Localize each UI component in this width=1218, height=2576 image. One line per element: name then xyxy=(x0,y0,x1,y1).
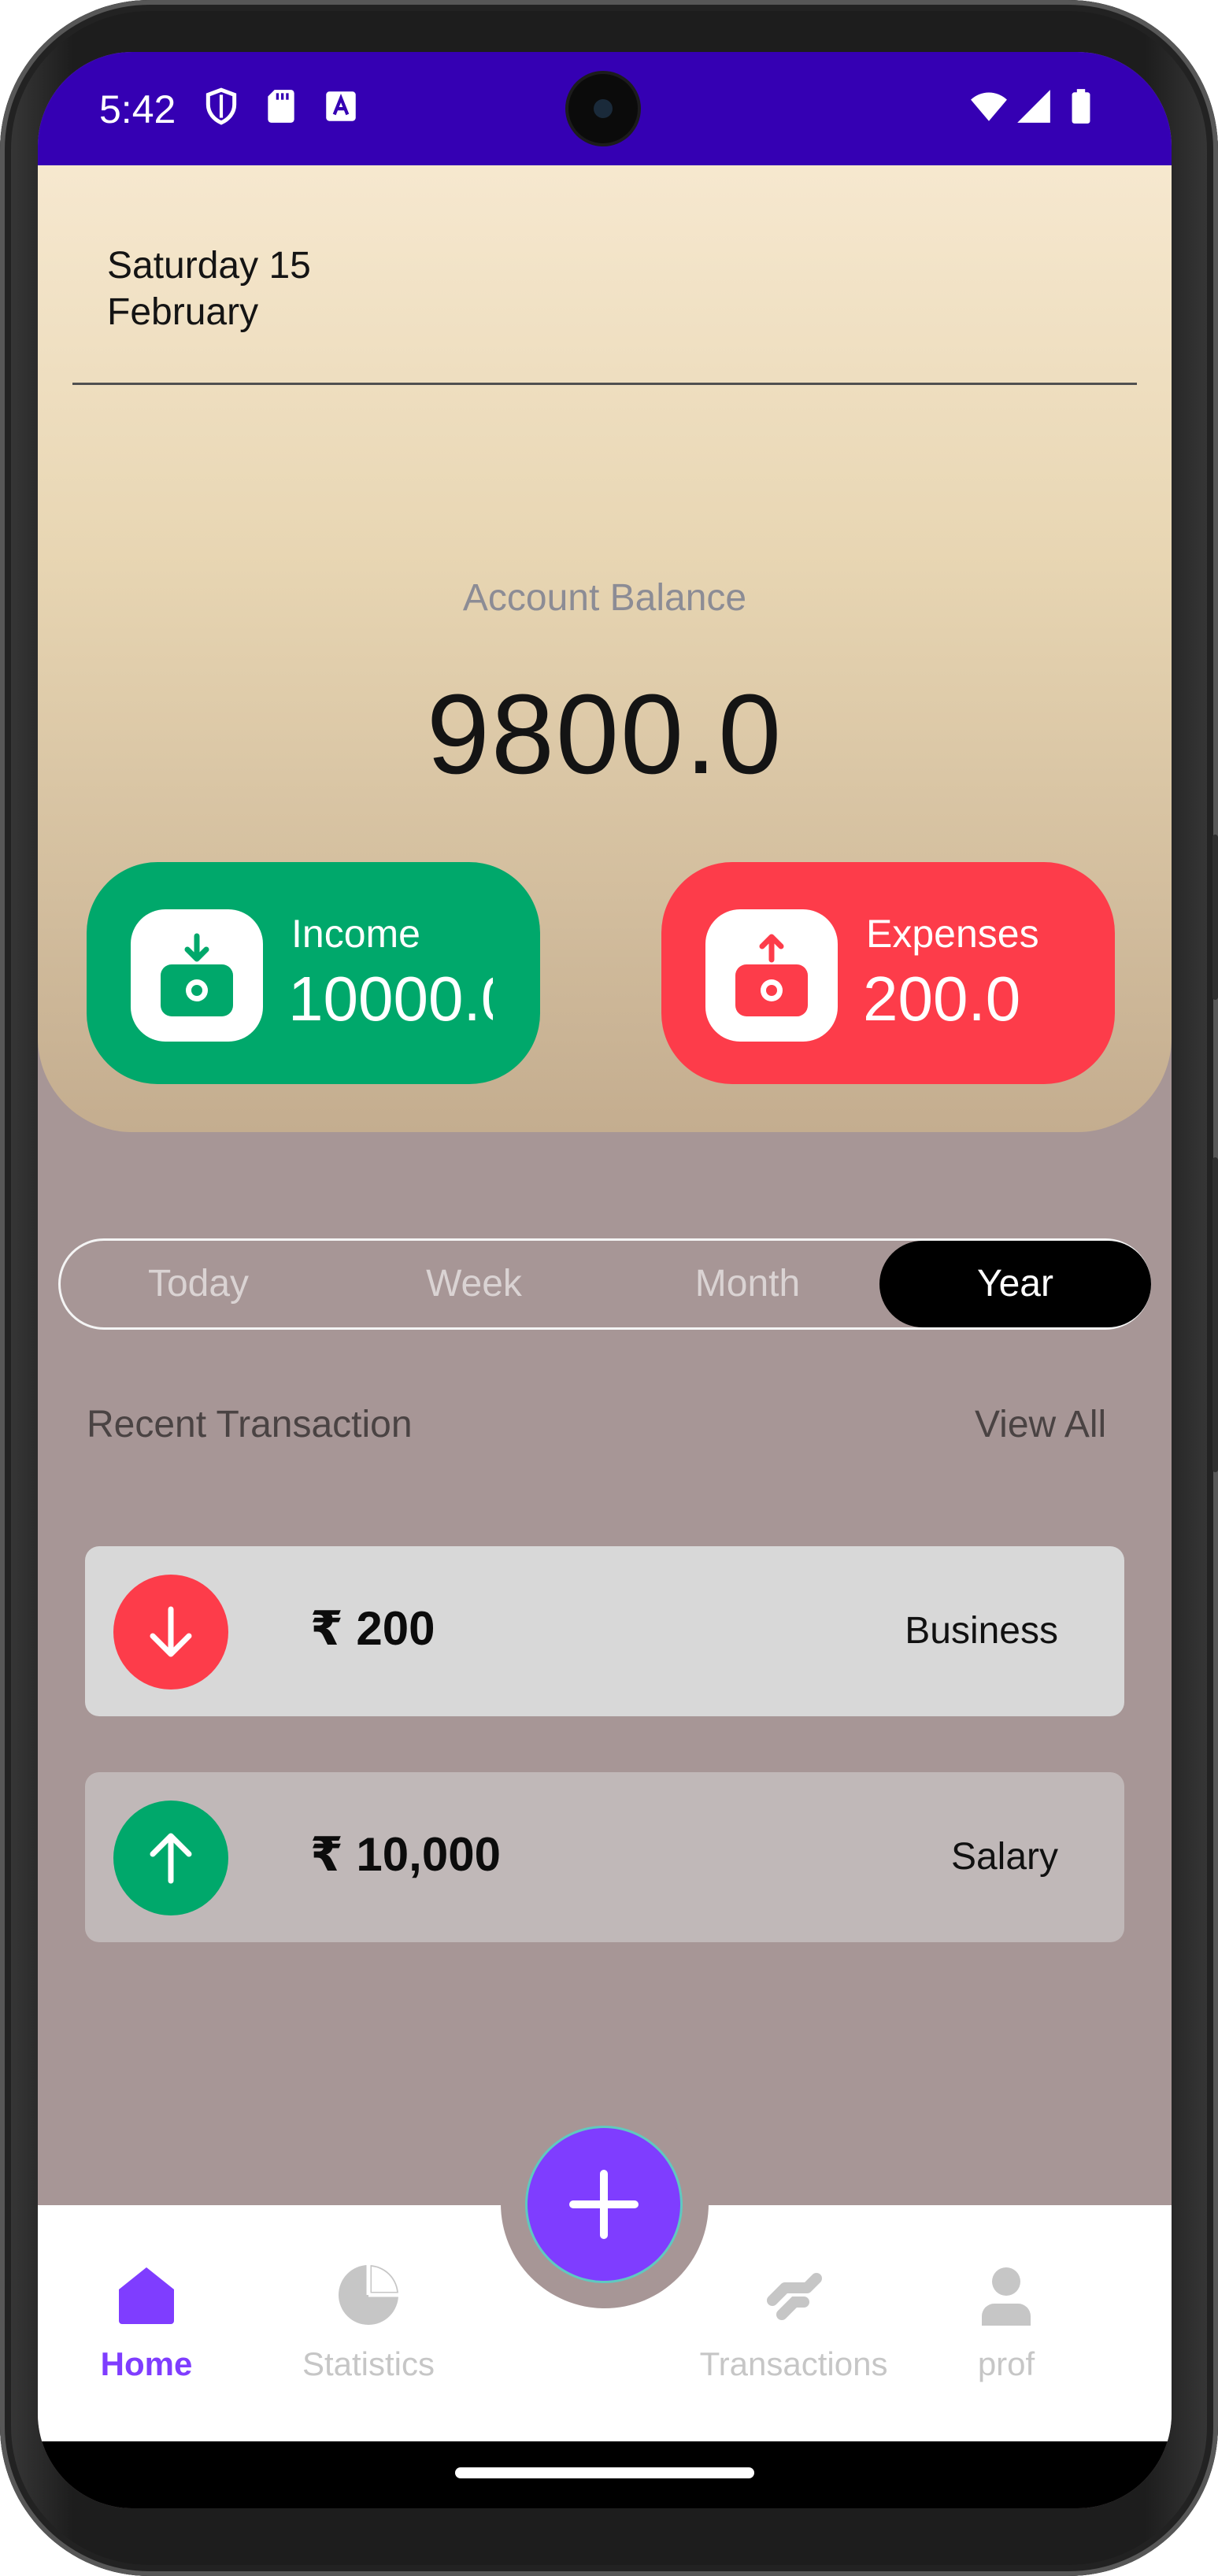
transaction-direction-badge xyxy=(113,1575,228,1690)
volume-button xyxy=(1212,1157,1218,1472)
font-a-icon xyxy=(326,91,356,121)
arrow-down-icon xyxy=(150,1606,192,1657)
nav-profile-label: prof xyxy=(977,2345,1035,2382)
date-day: Saturday 15 xyxy=(107,245,311,287)
add-transaction-button[interactable] xyxy=(528,2128,680,2281)
transaction-row[interactable]: ₹ 10,000 Salary xyxy=(85,1772,1124,1942)
arrow-up-icon xyxy=(150,1833,192,1884)
signal-icon xyxy=(1017,90,1050,123)
nav-home-label: Home xyxy=(100,2345,193,2382)
nav-home[interactable]: Home xyxy=(76,2260,217,2383)
status-time: 5:42 xyxy=(99,87,176,131)
header-divider xyxy=(72,383,1137,385)
income-card[interactable]: Income 10000.0 xyxy=(87,862,540,1084)
battery-icon xyxy=(1072,89,1090,124)
tab-week[interactable]: Week xyxy=(336,1241,612,1327)
nav-transactions-label: Transactions xyxy=(699,2345,888,2382)
transaction-direction-badge xyxy=(113,1801,228,1915)
pie-chart-icon xyxy=(339,2265,398,2325)
income-label: Income xyxy=(291,912,420,956)
view-all-link[interactable]: View All xyxy=(975,1403,1106,1446)
sd-card-icon xyxy=(268,90,294,123)
transfer-icon xyxy=(767,2273,822,2320)
nav-statistics[interactable]: Statistics xyxy=(282,2260,455,2383)
nav-transactions[interactable]: Transactions xyxy=(676,2260,912,2383)
tab-month[interactable]: Month xyxy=(612,1241,883,1327)
income-wallet-icon xyxy=(161,933,233,1016)
transaction-category: Salary xyxy=(950,1836,1058,1878)
nav-profile[interactable]: prof xyxy=(935,2260,1077,2383)
wifi-icon xyxy=(971,92,1007,121)
transaction-category: Business xyxy=(905,1610,1058,1652)
income-value: 10000.0 xyxy=(288,964,493,1034)
tab-today[interactable]: Today xyxy=(61,1241,336,1327)
power-button xyxy=(1212,835,1218,1000)
expenses-icon-box xyxy=(705,909,838,1042)
tab-year[interactable]: Year xyxy=(879,1241,1151,1327)
nav-statistics-label: Statistics xyxy=(302,2345,435,2382)
account-balance-label: Account Balance xyxy=(462,577,747,619)
expenses-label: Expenses xyxy=(866,912,1039,956)
transaction-row[interactable]: ₹ 200 Business xyxy=(85,1546,1124,1716)
home-icon xyxy=(119,2267,174,2324)
expenses-value: 200.0 xyxy=(863,964,1021,1034)
front-camera xyxy=(568,74,638,143)
account-balance-value: 9800.0 xyxy=(426,671,783,798)
expense-wallet-icon xyxy=(735,934,808,1016)
income-icon-box xyxy=(131,909,263,1042)
shield-icon xyxy=(205,87,237,125)
period-selector: Today Week Month Year xyxy=(58,1238,1151,1330)
status-bar: 5:42 xyxy=(38,52,1172,165)
balance-header-card: Saturday 15 February Account Balance 980… xyxy=(38,165,1172,1132)
recent-transaction-title: Recent Transaction xyxy=(87,1404,413,1445)
plus-icon xyxy=(569,2170,639,2239)
phone-screen: 5:42 Saturday 15 February Account Balanc… xyxy=(38,52,1172,2508)
date-month: February xyxy=(107,291,259,333)
transaction-amount: ₹ 200 xyxy=(310,1602,435,1655)
expenses-card[interactable]: Expenses 200.0 xyxy=(661,862,1115,1084)
transaction-amount: ₹ 10,000 xyxy=(310,1828,501,1881)
gesture-handle[interactable] xyxy=(455,2467,754,2478)
user-icon xyxy=(982,2267,1031,2326)
camera-lens xyxy=(594,99,613,118)
